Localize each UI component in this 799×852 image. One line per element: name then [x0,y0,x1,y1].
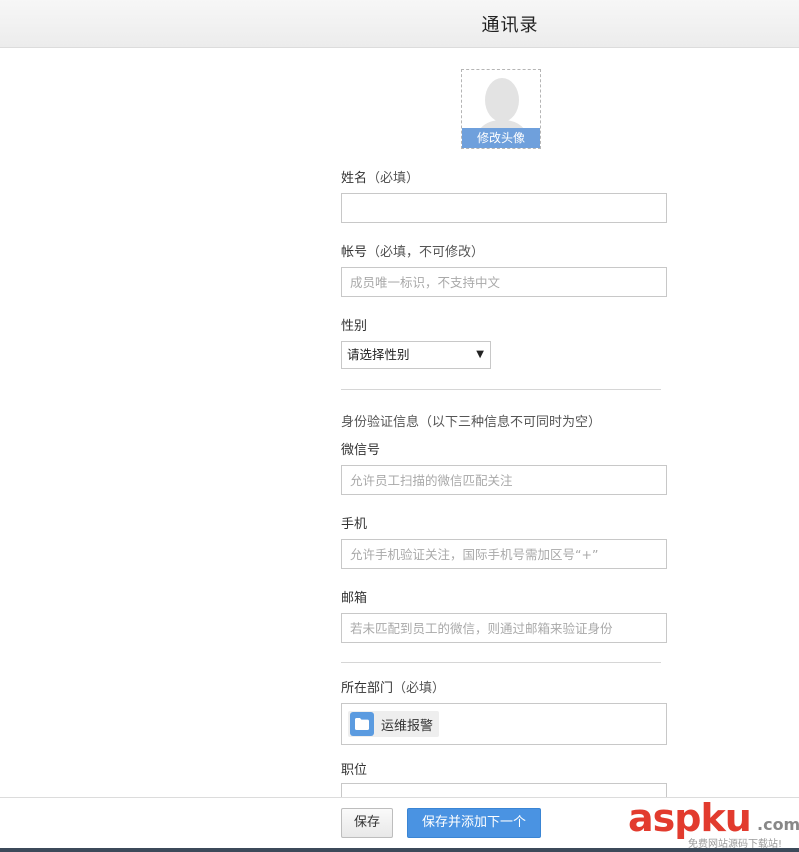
wechat-label: 微信号 [341,443,381,458]
gender-label: 性别 [341,319,368,334]
account-input[interactable] [341,267,667,297]
gender-select-value: 请选择性别 [347,347,410,362]
save-button[interactable]: 保存 [341,808,393,838]
folder-icon [350,712,374,736]
app-header: 通讯录 [0,0,799,48]
email-input[interactable] [341,613,667,643]
department-tag[interactable]: 运维报警 [348,711,440,737]
identity-section-note: 身份验证信息（以下三种信息不可同时为空） [341,415,602,430]
phone-label: 手机 [341,517,368,532]
section-divider [341,662,661,663]
gender-select[interactable]: 请选择性别 ▼ [341,341,491,369]
watermark-logo: aspku [628,796,752,840]
page-title: 通讯录 [481,15,539,36]
avatar-upload[interactable]: 修改头像 [461,69,541,149]
name-input[interactable] [341,193,667,223]
edit-avatar-button[interactable]: 修改头像 [462,128,540,148]
section-divider [341,389,661,390]
phone-input[interactable] [341,539,667,569]
department-label-text: 所在部门 [341,681,394,696]
department-required-hint: （必填） [393,681,446,696]
save-and-add-next-button[interactable]: 保存并添加下一个 [407,808,541,838]
department-label: 所在部门（必填） [341,677,445,696]
position-label: 职位 [341,763,368,778]
email-label: 邮箱 [341,591,368,606]
name-required-hint: （必填） [367,171,420,186]
name-label-text: 姓名 [341,171,368,186]
account-label: 帐号（必填，不可修改） [341,241,484,260]
department-tag-label: 运维报警 [381,718,434,734]
caret-down-icon: ▼ [476,349,484,360]
name-label: 姓名（必填） [341,167,419,186]
account-label-text: 帐号 [341,245,368,260]
account-required-hint: （必填，不可修改） [367,245,485,260]
wechat-input[interactable] [341,465,667,495]
department-picker[interactable]: 运维报警 [341,703,667,745]
site-watermark: aspku .com 免费网站源码下载站! [628,796,799,850]
bottom-strip [0,848,799,852]
watermark-tld: .com [757,815,799,834]
